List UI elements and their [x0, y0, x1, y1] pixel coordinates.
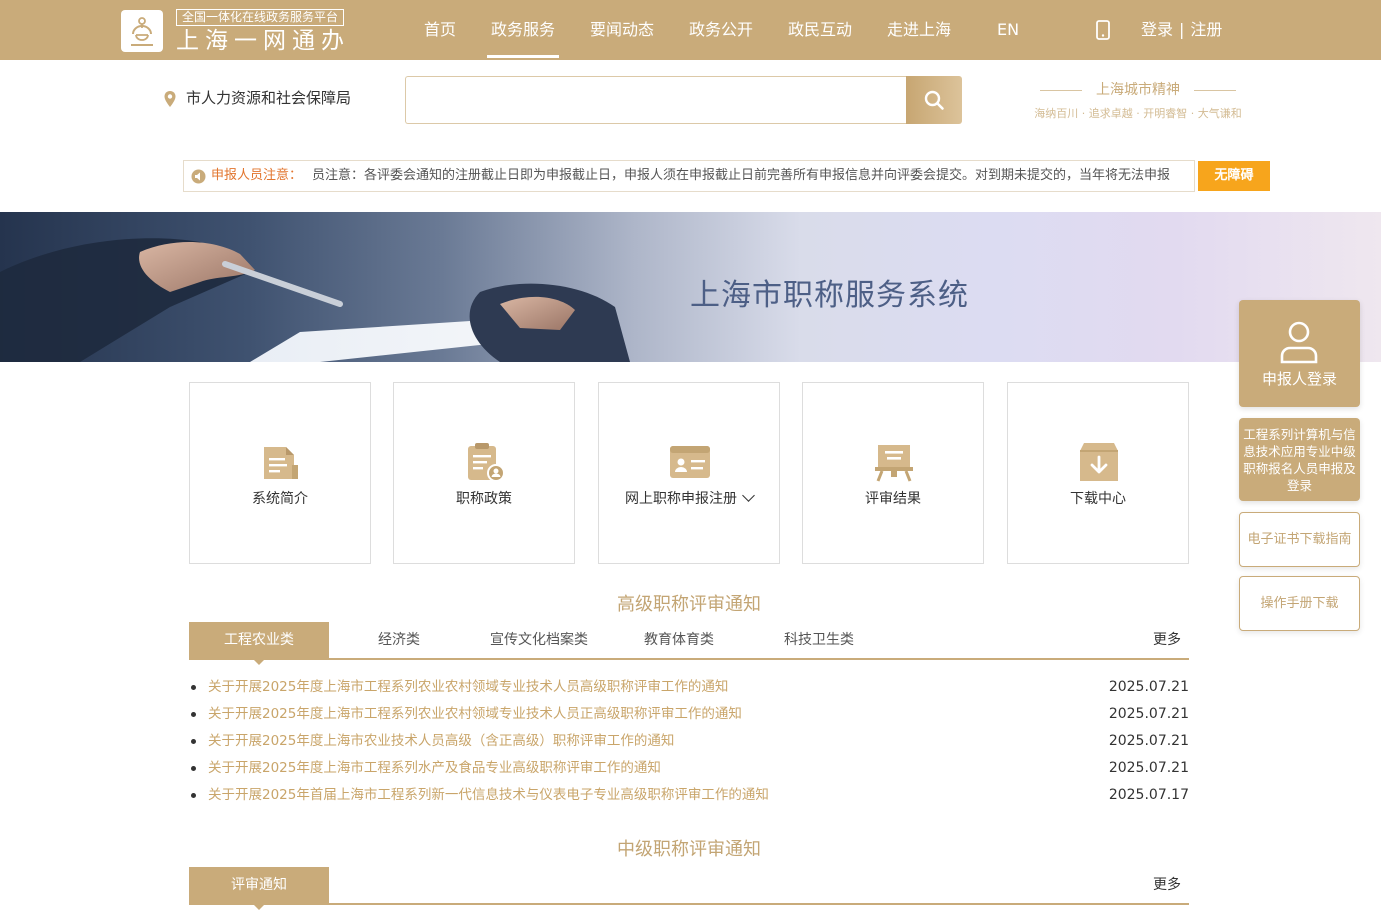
card-online-registration[interactable]: 网上职称申报注册 — [598, 382, 780, 564]
card-download-center[interactable]: 下载中心 — [1007, 382, 1189, 564]
news-link[interactable]: 关于开展2025年度上海市农业技术人员高级（含正高级）职称评审工作的通知 — [208, 728, 674, 755]
tab-culture-archives[interactable]: 宣传文化档案类 — [469, 622, 609, 658]
nav-english[interactable]: EN — [997, 0, 1019, 60]
logo-title[interactable]: 上海一网通办 — [176, 27, 350, 55]
notice-label: 申报人员注意： — [211, 168, 303, 183]
chevron-down-icon — [742, 489, 755, 502]
news-link[interactable]: 关于开展2025年首届上海市工程系列新一代信息技术与仪表电子专业高级职称评审工作… — [208, 782, 769, 809]
intermediate-more-link[interactable]: 更多 — [1153, 867, 1181, 903]
document-icon — [264, 447, 298, 479]
search-button[interactable] — [906, 76, 962, 124]
logo-emblem-icon — [131, 17, 153, 46]
notice-marquee-text: 员注意：各评委会通知的注册截止日即为申报截止日，申报人须在申报截止日前完善所有申… — [312, 168, 1171, 183]
speaker-icon — [191, 169, 206, 184]
news-item: 关于开展2025年度上海市农业技术人员高级（含正高级）职称评审工作的通知 202… — [189, 728, 1189, 755]
register-link[interactable]: 注册 — [1190, 20, 1222, 39]
news-date: 2025.07.21 — [1108, 679, 1189, 695]
mobile-phone-icon[interactable] — [1096, 20, 1110, 40]
accessibility-button[interactable]: 无障碍 — [1198, 161, 1270, 191]
tab-education-sports[interactable]: 教育体育类 — [609, 622, 749, 658]
card-label: 下载中心 — [1070, 491, 1126, 507]
intermediate-tab-bar: 评审通知 更多 — [189, 867, 1189, 910]
senior-section-title: 高级职称评审通知 — [617, 594, 761, 615]
hero-banner: 上海市职称服务系统 — [0, 212, 1381, 362]
news-item: 关于开展2025年首届上海市工程系列新一代信息技术与仪表电子专业高级职称评审工作… — [189, 782, 1189, 809]
nav-gov-services[interactable]: 政务服务 — [486, 0, 560, 60]
tab-science-health[interactable]: 科技卫生类 — [749, 622, 889, 658]
podium-icon — [875, 445, 913, 482]
bullet — [191, 766, 196, 771]
bullet — [191, 712, 196, 717]
card-review-results[interactable]: 评审结果 — [802, 382, 984, 564]
location-pin-icon — [164, 91, 176, 107]
banner-hands-illustration — [0, 238, 630, 362]
card-label-text: 网上职称申报注册 — [625, 491, 737, 507]
applicant-login-button[interactable]: 申报人登录 — [1239, 300, 1360, 407]
nav-interaction[interactable]: 政民互动 — [788, 0, 852, 60]
nav-home[interactable]: 首页 — [424, 0, 456, 60]
engineering-it-login-button[interactable]: 工程系列计算机与信息技术应用专业中级职称报名人员申报及登录 — [1239, 418, 1360, 501]
card-title-policy[interactable]: 职称政策 — [393, 382, 575, 564]
news-item: 关于开展2025年度上海市工程系列农业农村领域专业技术人员正高级职称评审工作的通… — [189, 701, 1189, 728]
search-icon — [924, 90, 944, 110]
news-link[interactable]: 关于开展2025年度上海市工程系列农业农村领域专业技术人员正高级职称评审工作的通… — [208, 701, 742, 728]
tab-economics[interactable]: 经济类 — [329, 622, 469, 658]
applicant-login-label: 申报人登录 — [1261, 370, 1337, 388]
department-location[interactable]: 市人力资源和社会保障局 — [186, 87, 351, 109]
manual-download-button[interactable]: 操作手册下载 — [1239, 576, 1360, 631]
auth-separator: | — [1179, 20, 1185, 39]
card-label: 评审结果 — [865, 491, 921, 507]
news-date: 2025.07.21 — [1108, 733, 1189, 749]
logo-tag: 全国一体化在线政务服务平台 — [176, 9, 345, 26]
clipboard-policy-icon — [468, 443, 505, 482]
news-link[interactable]: 关于开展2025年度上海市工程系列农业农村领域专业技术人员高级职称评审工作的通知 — [208, 674, 728, 701]
bullet — [191, 685, 196, 690]
user-icon — [1280, 321, 1318, 364]
nav-news[interactable]: 要闻动态 — [590, 0, 654, 60]
card-label: 职称政策 — [456, 491, 512, 507]
senior-more-link[interactable]: 更多 — [1153, 622, 1181, 658]
logo[interactable] — [121, 10, 163, 52]
banner-title: 上海市职称服务系统 — [690, 278, 969, 313]
card-label: 网上职称申报注册 — [599, 489, 779, 509]
news-date: 2025.07.17 — [1108, 787, 1189, 803]
news-item: 关于开展2025年度上海市工程系列农业农村领域专业技术人员高级职称评审工作的通知… — [189, 674, 1189, 701]
bullet — [191, 739, 196, 744]
news-date: 2025.07.21 — [1108, 760, 1189, 776]
news-item: 关于开展2025年度上海市工程系列水产及食品专业高级职称评审工作的通知 2025… — [189, 755, 1189, 782]
id-card-icon — [670, 446, 710, 478]
city-spirit-subtitle: 海纳百川 · 追求卓越 · 开明睿智 · 大气谦和 — [1034, 107, 1242, 120]
tab-review-notice[interactable]: 评审通知 — [189, 867, 329, 910]
nav-about-shanghai[interactable]: 走进上海 — [887, 0, 951, 60]
city-spirit-title: 上海城市精神 — [1040, 80, 1236, 100]
nav-gov-open[interactable]: 政务公开 — [689, 0, 753, 60]
tab-engineering-agriculture[interactable]: 工程农业类 — [189, 622, 329, 665]
news-link[interactable]: 关于开展2025年度上海市工程系列水产及食品专业高级职称评审工作的通知 — [208, 755, 661, 782]
top-header: 全国一体化在线政务服务平台 上海一网通办 首页 政务服务 要闻动态 政务公开 政… — [0, 0, 1381, 60]
card-system-intro[interactable]: 系统简介 — [189, 382, 371, 564]
news-date: 2025.07.21 — [1108, 706, 1189, 722]
notice-bar: 申报人员注意： 员注意：各评委会通知的注册截止日即为申报截止日，申报人须在申报截… — [183, 160, 1195, 192]
intermediate-section-title: 中级职称评审通知 — [617, 839, 761, 860]
search-input[interactable] — [405, 76, 910, 124]
login-link[interactable]: 登录 — [1141, 20, 1173, 39]
bullet — [191, 793, 196, 798]
cert-download-guide-button[interactable]: 电子证书下载指南 — [1239, 512, 1360, 567]
auth-links: 登录 | 注册 — [1141, 0, 1222, 60]
download-box-icon — [1080, 443, 1118, 481]
card-label: 系统简介 — [252, 491, 308, 507]
senior-tab-bar: 工程农业类 经济类 宣传文化档案类 教育体育类 科技卫生类 更多 — [189, 622, 1189, 665]
